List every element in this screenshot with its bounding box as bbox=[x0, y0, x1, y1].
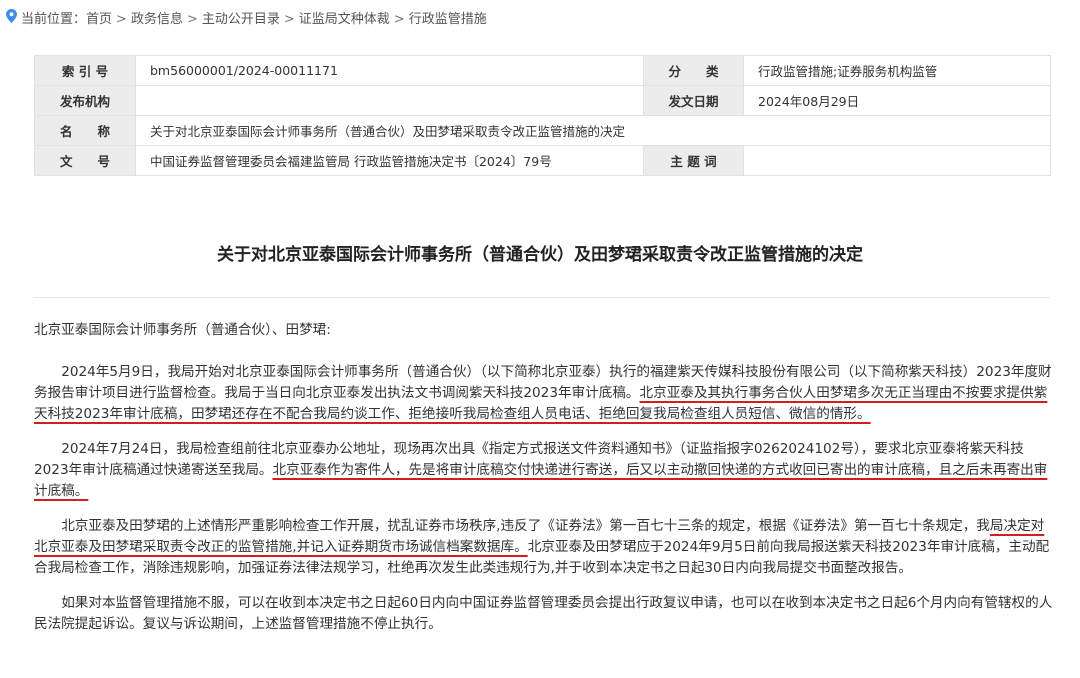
publisher-value bbox=[135, 85, 644, 116]
meta-row-publisher: 发布机构 发文日期 2024年08月29日 bbox=[34, 85, 1051, 116]
subject-value bbox=[743, 145, 1051, 176]
name-label: 名 称 bbox=[34, 115, 136, 146]
date-value: 2024年08月29日 bbox=[743, 85, 1051, 116]
category-value: 行政监管措施;证券服务机构监管 bbox=[743, 55, 1051, 86]
docno-label: 文 号 bbox=[34, 145, 136, 176]
paragraph-4: 如果对本监督管理措施不服，可以在收到本决定书之日起60日内向中国证券监督管理委员… bbox=[34, 595, 1053, 632]
location-pin-icon bbox=[6, 9, 17, 30]
index-value: bm56000001/2024-00011171 bbox=[135, 55, 644, 86]
paragraph-3: 北京亚泰及田梦珺的上述情形严重影响检查工作开展，扰乱证券市场秩序,违反了《证券法… bbox=[34, 516, 1054, 579]
docno-value: 中国证券监督管理委员会福建监管局 行政监管措施决定书〔2024〕79号 bbox=[135, 145, 644, 176]
paragraph-2: 2024年7月24日，我局检查组前往北京亚泰办公地址，现场再次出具《指定方式报送… bbox=[34, 439, 1054, 502]
category-label: 分 类 bbox=[643, 55, 744, 86]
breadcrumb-gov-info[interactable]: 政务信息 bbox=[131, 12, 183, 27]
breadcrumb-separator: > bbox=[186, 12, 198, 27]
meta-row-name: 名 称 关于对北京亚泰国际会计师事务所（普通合伙）及田梦珺采取责令改正监管措施的… bbox=[34, 115, 1051, 146]
subject-label: 主 题 词 bbox=[643, 145, 744, 176]
paragraph-3-text: 北京亚泰及田梦珺的上述情形严重影响检查工作开展，扰乱证券市场秩序,违反了《证券法… bbox=[61, 518, 990, 534]
date-label: 发文日期 bbox=[643, 85, 744, 116]
document-body: 北京亚泰国际会计师事务所（普通合伙）、田梦珺: 2024年5月9日，我局开始对北… bbox=[34, 320, 1054, 649]
document-meta-table: 索 引 号 bm56000001/2024-00011171 分 类 行政监管措… bbox=[34, 55, 1051, 176]
breadcrumb-separator: > bbox=[283, 12, 295, 27]
meta-row-docno: 文 号 中国证券监督管理委员会福建监管局 行政监管措施决定书〔2024〕79号 … bbox=[34, 145, 1051, 176]
document-title: 关于对北京亚泰国际会计师事务所（普通合伙）及田梦珺采取责令改正监管措施的决定 bbox=[217, 245, 863, 265]
title-divider bbox=[34, 297, 1050, 298]
index-label: 索 引 号 bbox=[34, 55, 136, 86]
name-value: 关于对北京亚泰国际会计师事务所（普通合伙）及田梦珺采取责令改正监管措施的决定 bbox=[135, 115, 1051, 146]
paragraph-1: 2024年5月9日，我局开始对北京亚泰国际会计师事务所（普通合伙）（以下简称北京… bbox=[34, 362, 1054, 425]
breadcrumb-separator: > bbox=[116, 12, 127, 27]
publisher-label: 发布机构 bbox=[34, 85, 136, 116]
breadcrumb-separator: > bbox=[393, 12, 405, 27]
breadcrumb-public-catalog[interactable]: 主动公开目录 bbox=[202, 12, 280, 27]
meta-row-index: 索 引 号 bm56000001/2024-00011171 分 类 行政监管措… bbox=[34, 55, 1051, 86]
breadcrumb-prefix: 当前位置： bbox=[21, 12, 87, 27]
breadcrumb-home[interactable]: 首页 bbox=[86, 12, 112, 27]
breadcrumb-doc-type[interactable]: 证监局文种体裁 bbox=[299, 12, 390, 27]
breadcrumb: 当前位置：首页 > 政务信息 > 主动公开目录 > 证监局文种体裁 > 行政监管措施 bbox=[6, 9, 487, 29]
addressee: 北京亚泰国际会计师事务所（普通合伙）、田梦珺: bbox=[34, 322, 331, 338]
breadcrumb-admin-measures[interactable]: 行政监管措施 bbox=[409, 12, 487, 27]
